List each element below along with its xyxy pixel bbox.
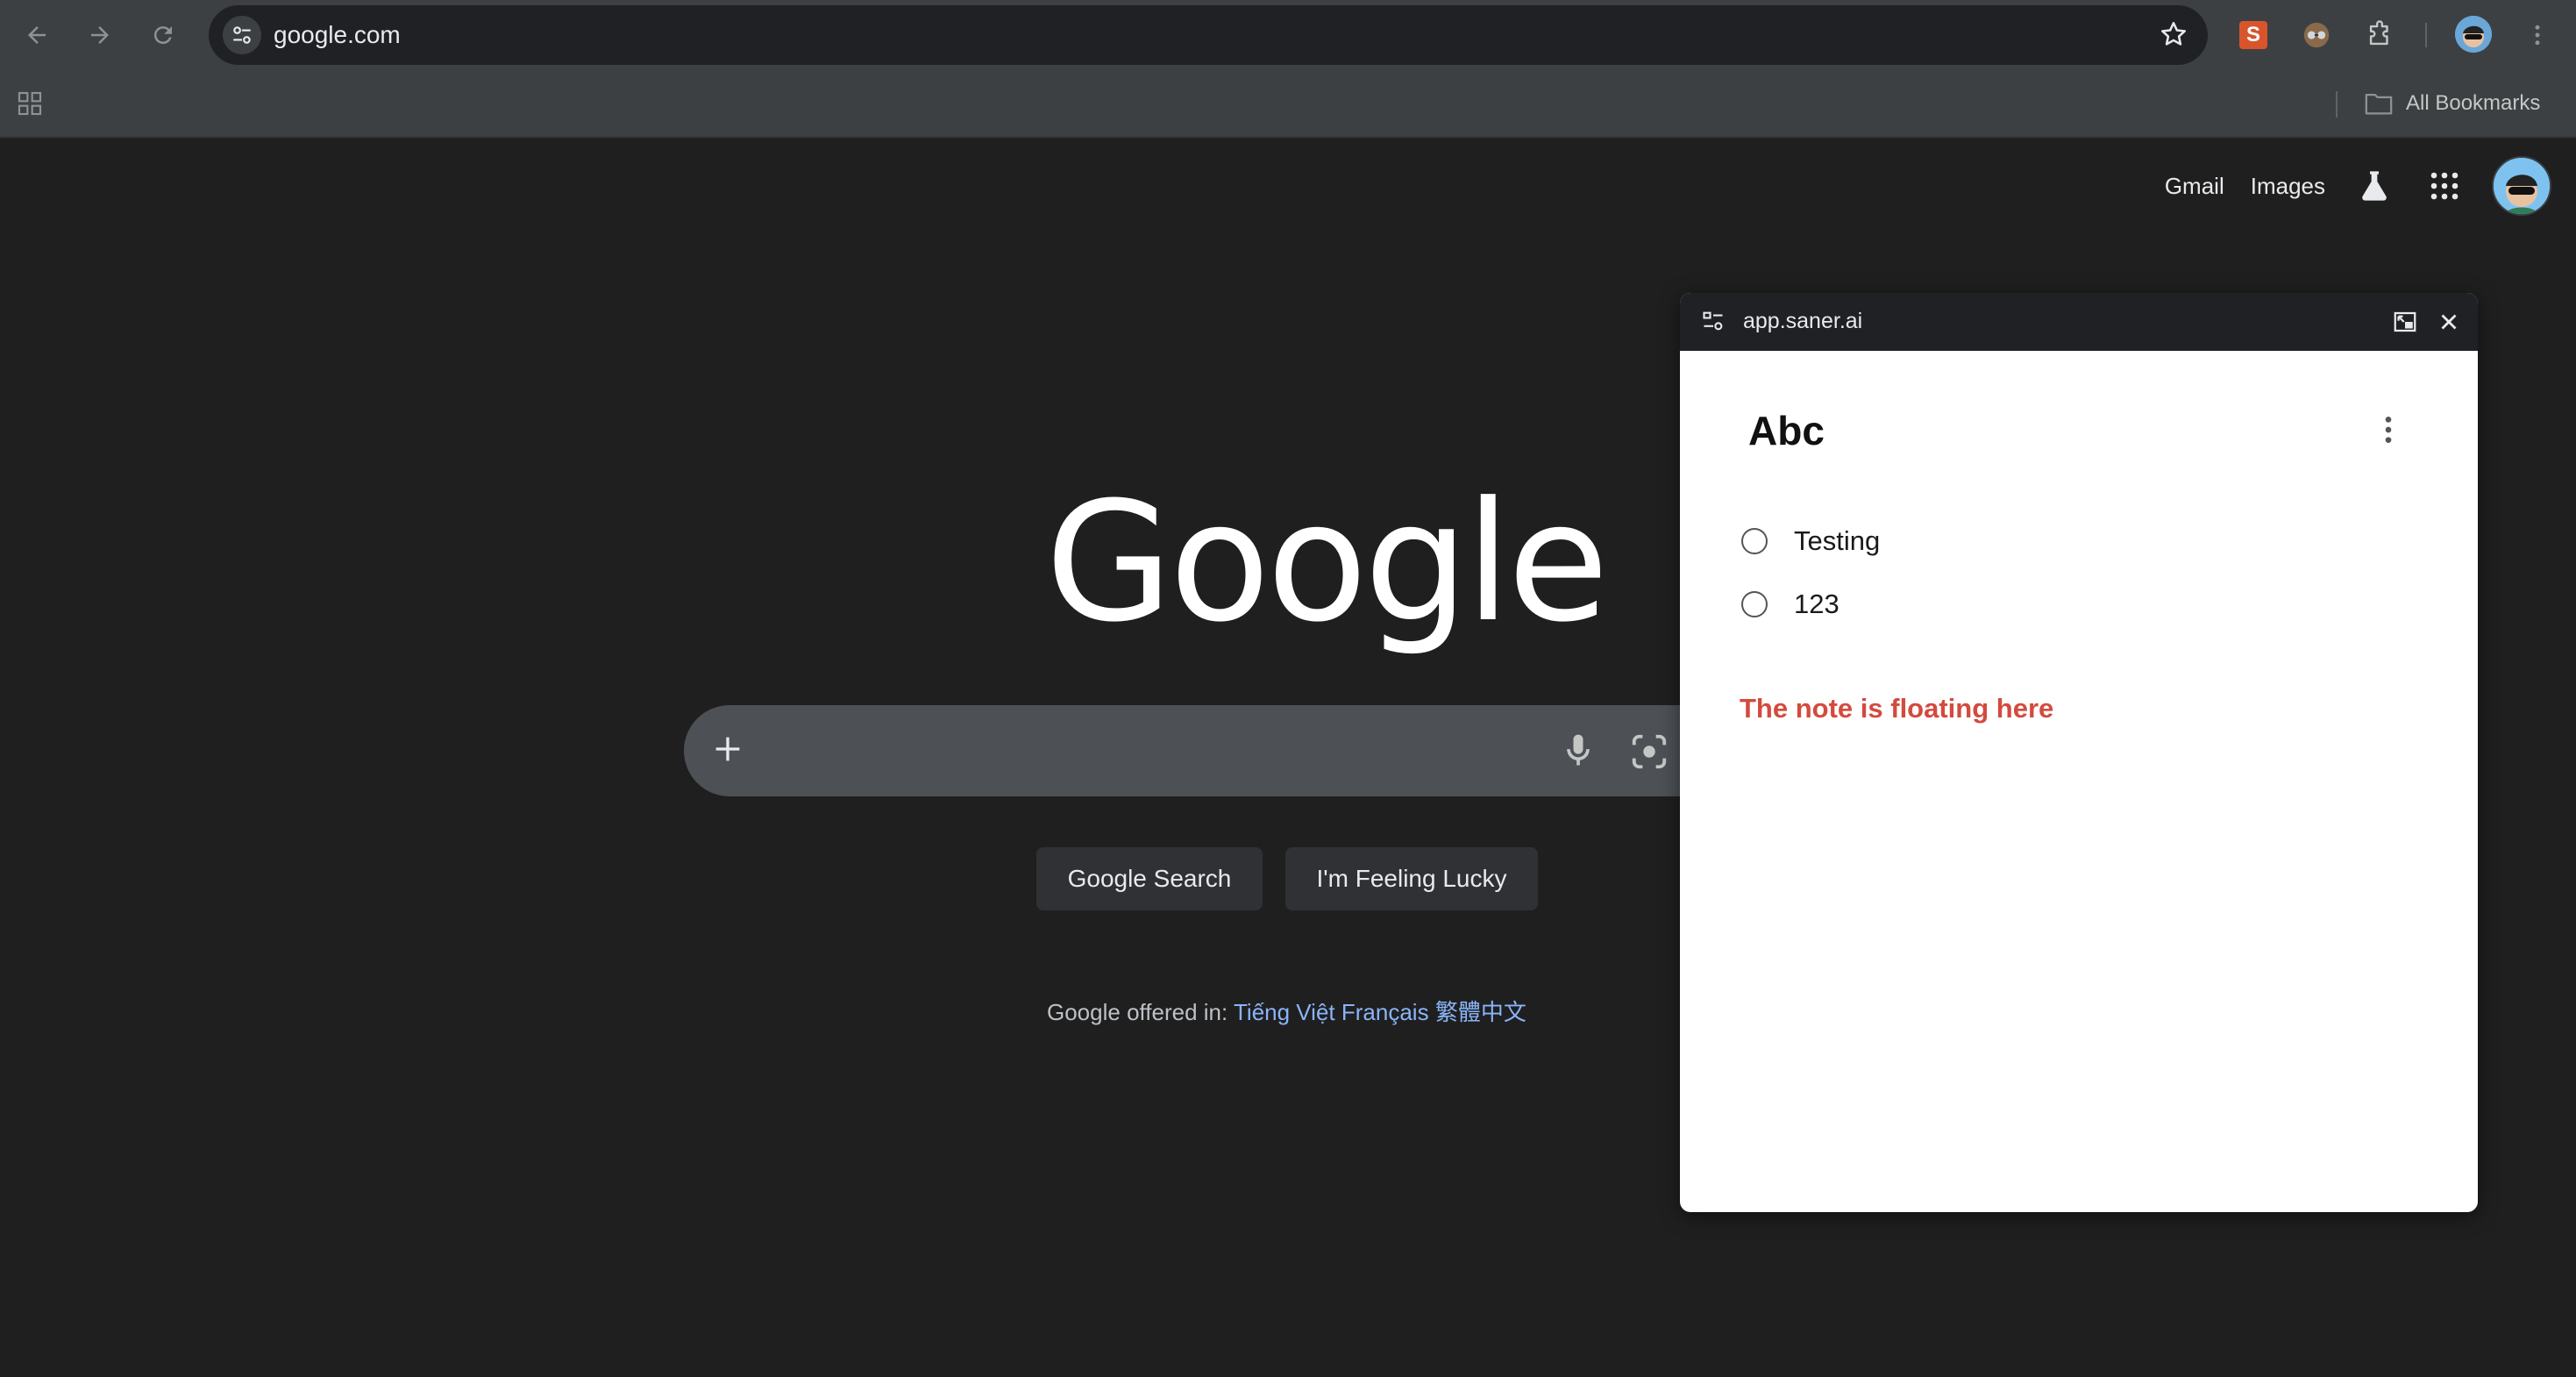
arrow-right-icon [91, 26, 109, 44]
glasses-icon [2303, 22, 2330, 48]
gmail-link[interactable]: Gmail [2165, 173, 2224, 200]
all-bookmarks-label: All Bookmarks [2406, 91, 2541, 115]
star-icon [2160, 21, 2187, 46]
forward-button[interactable] [81, 16, 119, 54]
avatar-icon [2455, 16, 2492, 53]
language-link-vietnamese[interactable]: Tiếng Việt [1234, 999, 1335, 1025]
chrome-menu-button[interactable] [2518, 16, 2557, 54]
folder-icon [2365, 93, 2393, 115]
voice-search-button[interactable] [1559, 730, 1598, 772]
tune-icon [233, 26, 251, 44]
todo-checkbox[interactable] [1741, 528, 1768, 554]
todo-label[interactable]: 123 [1794, 589, 1839, 620]
note-options-button[interactable] [2378, 412, 2399, 447]
close-icon [2441, 314, 2457, 330]
todo-checkbox[interactable] [1741, 591, 1768, 617]
reload-button[interactable] [144, 16, 182, 54]
more-vert-icon [2385, 417, 2392, 443]
search-labs-button[interactable] [2352, 163, 2397, 209]
camera-lens-icon [1632, 734, 1667, 769]
extension-s-icon: S [2239, 21, 2267, 49]
language-offer: Google offered in: Tiếng Việt Français 繁… [1047, 995, 1526, 1027]
profile-avatar-button[interactable] [2455, 16, 2492, 53]
apps-shortcut-button[interactable] [16, 89, 44, 118]
feeling-lucky-button[interactable]: I'm Feeling Lucky [1285, 847, 1538, 910]
todo-label[interactable]: Testing [1794, 525, 1880, 557]
site-info-button[interactable] [223, 16, 261, 54]
flask-icon [2362, 171, 2387, 201]
more-vert-icon [2535, 25, 2540, 46]
lens-search-button[interactable] [1629, 731, 1669, 772]
close-floating-window-button[interactable] [2436, 309, 2462, 335]
mic-icon [1567, 734, 1590, 766]
avatar-icon [2494, 158, 2550, 214]
back-button[interactable] [18, 16, 56, 54]
extension-glasses-button[interactable] [2297, 16, 2336, 54]
plus-icon [715, 737, 740, 761]
toolbar-divider [2425, 23, 2427, 47]
browser-toolbar: google.com S [0, 0, 2576, 70]
note-title[interactable]: Abc [1748, 407, 1825, 454]
google-apps-button[interactable] [2422, 163, 2467, 209]
bookmarks-bar: All Bookmarks [0, 70, 2576, 139]
note-annotation[interactable]: The note is floating here [1740, 693, 2053, 724]
todo-item[interactable]: Testing [1741, 523, 1880, 560]
tune-icon [1703, 311, 1723, 331]
apps-grid-icon [2430, 172, 2459, 200]
search-box[interactable] [684, 705, 1692, 796]
todo-item[interactable]: 123 [1741, 586, 1839, 623]
all-bookmarks-button[interactable]: All Bookmarks [2364, 88, 2540, 119]
floating-window-titlebar[interactable]: app.saner.ai [1680, 293, 2478, 351]
site-settings-button[interactable] [1701, 309, 1726, 333]
back-to-tab-button[interactable] [2392, 309, 2418, 335]
extensions-button[interactable] [2360, 16, 2399, 54]
google-account-avatar[interactable] [2492, 156, 2551, 216]
arrow-left-icon [28, 26, 46, 44]
grid-icon [18, 91, 42, 116]
reload-icon [153, 26, 172, 45]
language-link-traditional-chinese[interactable]: 繁體中文 [1435, 999, 1526, 1025]
google-search-button[interactable]: Google Search [1036, 847, 1263, 910]
bookmark-star-button[interactable] [2159, 19, 2188, 49]
google-logo: Google [1045, 467, 1609, 659]
google-top-nav: Gmail Images [2165, 154, 2551, 218]
floating-note-window: app.saner.ai Abc Testing 123 The note is… [1680, 293, 2478, 1212]
extension-s-button[interactable]: S [2234, 16, 2273, 54]
language-offer-prefix: Google offered in: [1047, 999, 1228, 1025]
language-link-french[interactable]: Français [1341, 999, 1429, 1025]
puzzle-icon [2369, 20, 2388, 46]
floating-window-origin: app.saner.ai [1743, 309, 1863, 333]
url-text[interactable]: google.com [274, 21, 401, 49]
images-link[interactable]: Images [2251, 173, 2325, 200]
bookmarks-divider [2336, 91, 2338, 118]
add-attachment-button[interactable] [710, 731, 745, 767]
address-bar[interactable]: google.com [209, 5, 2208, 65]
back-to-tab-icon [2394, 311, 2416, 332]
